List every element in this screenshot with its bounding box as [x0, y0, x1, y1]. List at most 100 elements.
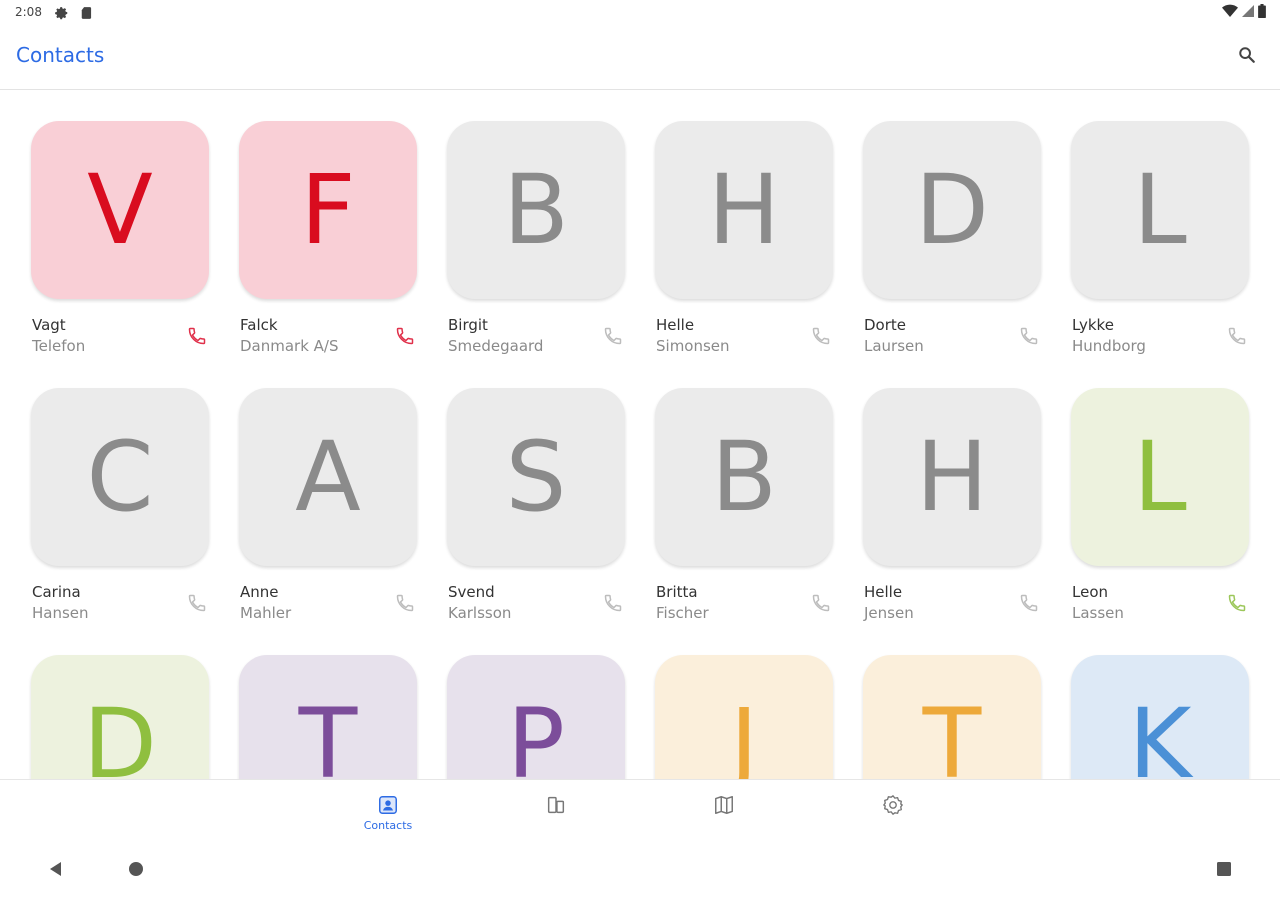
- contact-first-name: Leon: [1072, 583, 1109, 601]
- contact-card[interactable]: C Carina Hansen: [31, 388, 209, 622]
- status-time: 2:08: [15, 5, 42, 19]
- contact-info: Britta Fischer: [655, 581, 833, 625]
- battery-icon: [1258, 3, 1266, 22]
- back-button[interactable]: [46, 861, 66, 881]
- contact-card[interactable]: V Vagt Telefon: [31, 121, 209, 355]
- nav-item-contacts[interactable]: Contacts: [348, 780, 428, 842]
- contact-info: Anne Mahler: [239, 581, 417, 625]
- contact-initial: H: [915, 421, 989, 533]
- page-title: Contacts: [16, 43, 105, 67]
- contact-card[interactable]: H Helle Jensen: [863, 388, 1041, 622]
- contact-card[interactable]: T: [239, 655, 417, 779]
- phone-icon[interactable]: [1227, 326, 1247, 346]
- contact-avatar-tile[interactable]: C: [31, 388, 209, 566]
- contact-avatar-tile[interactable]: H: [863, 388, 1041, 566]
- phone-icon[interactable]: [603, 326, 623, 346]
- contact-avatar-tile[interactable]: B: [655, 388, 833, 566]
- nav-item-devices[interactable]: [516, 780, 596, 842]
- contact-avatar-tile[interactable]: T: [239, 655, 417, 779]
- contact-info: Lykke Hundborg: [1071, 314, 1249, 358]
- phone-icon[interactable]: [187, 593, 207, 613]
- contact-avatar-tile[interactable]: H: [655, 121, 833, 299]
- contact-info: Carina Hansen: [31, 581, 209, 625]
- contact-avatar-tile[interactable]: D: [863, 121, 1041, 299]
- contact-card[interactable]: L Leon Lassen: [1071, 388, 1249, 622]
- contact-avatar-tile[interactable]: L: [1071, 388, 1249, 566]
- contact-last-name: Smedegaard: [448, 337, 544, 355]
- contact-info: Vagt Telefon: [31, 314, 209, 358]
- phone-icon[interactable]: [603, 593, 623, 613]
- contact-card[interactable]: P: [447, 655, 625, 779]
- contact-initial: S: [505, 421, 567, 533]
- contact-initial: D: [915, 154, 989, 266]
- contact-avatar-tile[interactable]: A: [239, 388, 417, 566]
- contact-initial: D: [83, 688, 157, 779]
- phone-icon[interactable]: [1019, 326, 1039, 346]
- contact-last-name: Karlsson: [448, 604, 512, 622]
- phone-icon[interactable]: [395, 593, 415, 613]
- contact-card[interactable]: L Lykke Hundborg: [1071, 121, 1249, 355]
- bottom-navigation: Contacts: [0, 779, 1280, 841]
- recents-button[interactable]: [1214, 861, 1234, 881]
- search-button[interactable]: [1234, 44, 1260, 70]
- contact-info: Birgit Smedegaard: [447, 314, 625, 358]
- sd-card-icon: [80, 5, 94, 19]
- contact-last-name: Lassen: [1072, 604, 1124, 622]
- contact-first-name: Svend: [448, 583, 495, 601]
- contact-initial: F: [300, 154, 356, 266]
- contact-last-name: Simonsen: [656, 337, 730, 355]
- contact-card[interactable]: S Svend Karlsson: [447, 388, 625, 622]
- nav-label-contacts: Contacts: [363, 819, 413, 832]
- contact-first-name: Anne: [240, 583, 279, 601]
- signal-icon: [1242, 3, 1254, 22]
- contact-info: Dorte Laursen: [863, 314, 1041, 358]
- contact-avatar-tile[interactable]: B: [447, 121, 625, 299]
- phone-icon[interactable]: [395, 326, 415, 346]
- phone-icon[interactable]: [811, 326, 831, 346]
- map-icon: [712, 793, 736, 817]
- contact-first-name: Helle: [864, 583, 903, 601]
- phone-icon[interactable]: [1019, 593, 1039, 613]
- contact-info: Leon Lassen: [1071, 581, 1249, 625]
- contact-card[interactable]: F Falck Danmark A/S: [239, 121, 417, 355]
- status-bar: 2:08: [0, 0, 1280, 26]
- contact-card[interactable]: D: [31, 655, 209, 779]
- contact-avatar-tile[interactable]: S: [447, 388, 625, 566]
- contact-initial: L: [1133, 154, 1187, 266]
- app-bar: Contacts: [0, 26, 1280, 90]
- phone-icon[interactable]: [1227, 593, 1247, 613]
- contact-card[interactable]: B Birgit Smedegaard: [447, 121, 625, 355]
- contact-initial: B: [711, 421, 777, 533]
- contacts-grid: V Vagt Telefon F Falck Danmark A/S B Birgit Smed…: [31, 121, 1249, 779]
- contact-info: Helle Simonsen: [655, 314, 833, 358]
- phone-icon[interactable]: [811, 593, 831, 613]
- contact-avatar-tile[interactable]: J: [655, 655, 833, 779]
- home-button[interactable]: [126, 861, 146, 881]
- search-icon: [1238, 46, 1256, 68]
- contact-card[interactable]: A Anne Mahler: [239, 388, 417, 622]
- contact-card[interactable]: K: [1071, 655, 1249, 779]
- contact-avatar-tile[interactable]: P: [447, 655, 625, 779]
- contact-card[interactable]: B Britta Fischer: [655, 388, 833, 622]
- phone-icon[interactable]: [187, 326, 207, 346]
- contact-last-name: Hansen: [32, 604, 89, 622]
- contact-avatar-tile[interactable]: D: [31, 655, 209, 779]
- contact-avatar-tile[interactable]: L: [1071, 121, 1249, 299]
- contact-card[interactable]: D Dorte Laursen: [863, 121, 1041, 355]
- contact-initial: K: [1128, 688, 1192, 779]
- system-navigation: [0, 841, 1280, 900]
- contact-initial: H: [707, 154, 781, 266]
- contact-first-name: Birgit: [448, 316, 488, 334]
- contact-card[interactable]: T: [863, 655, 1041, 779]
- contact-initial: L: [1133, 421, 1187, 533]
- contact-avatar-tile[interactable]: T: [863, 655, 1041, 779]
- contact-card[interactable]: H Helle Simonsen: [655, 121, 833, 355]
- contacts-grid-container[interactable]: V Vagt Telefon F Falck Danmark A/S B Birgit Smed…: [0, 90, 1280, 779]
- contact-card[interactable]: J: [655, 655, 833, 779]
- contact-avatar-tile[interactable]: V: [31, 121, 209, 299]
- nav-item-map[interactable]: [684, 780, 764, 842]
- contact-avatar-tile[interactable]: F: [239, 121, 417, 299]
- nav-item-settings[interactable]: [853, 780, 933, 842]
- contact-avatar-tile[interactable]: K: [1071, 655, 1249, 779]
- contact-first-name: Falck: [240, 316, 278, 334]
